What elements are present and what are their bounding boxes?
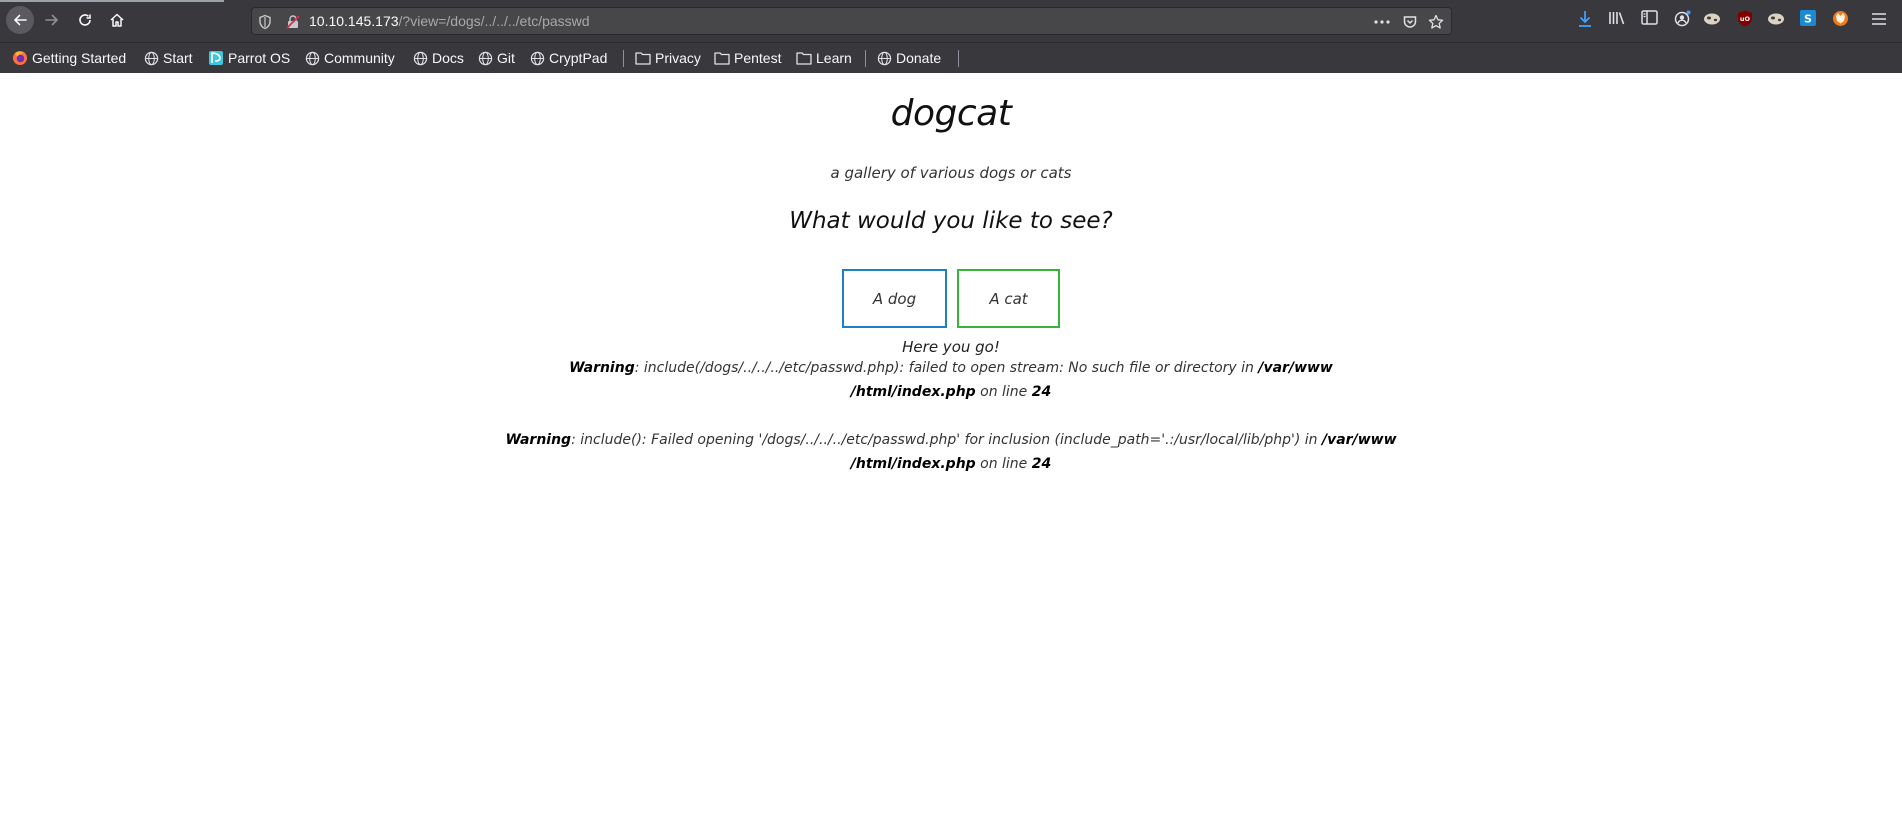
bookmark-star-icon[interactable] xyxy=(1428,14,1444,30)
reload-icon xyxy=(79,14,91,26)
svg-text:uO: uO xyxy=(1740,15,1751,23)
globe-icon xyxy=(305,51,320,65)
extension-cow-icon[interactable] xyxy=(1703,10,1721,26)
php-warning-1: Warning: include(/dogs/../../../etc/pass… xyxy=(0,356,1902,404)
folder-icon xyxy=(714,52,730,65)
shield-icon[interactable] xyxy=(258,14,272,30)
bookmark-donate[interactable]: Donate xyxy=(877,49,941,67)
bookmark-getting-started[interactable]: Getting Started xyxy=(12,49,126,67)
bookmark-folder-pentest[interactable]: Pentest xyxy=(714,49,781,67)
bookmark-label: Community xyxy=(324,50,395,66)
bookmark-folder-learn[interactable]: Learn xyxy=(796,49,852,67)
warning-path: /var/www xyxy=(1322,432,1397,448)
bookmark-parrot-os[interactable]: Parrot OS xyxy=(208,49,290,67)
downloads-icon[interactable] xyxy=(1577,10,1593,28)
bookmark-label: Privacy xyxy=(655,50,701,66)
cat-button[interactable]: A cat xyxy=(957,269,1060,328)
bookmark-label: Pentest xyxy=(734,50,782,66)
bookmark-git[interactable]: Git xyxy=(478,49,515,67)
bookmark-separator xyxy=(958,50,959,67)
bookmark-folder-privacy[interactable]: Privacy xyxy=(635,49,701,67)
ublock-origin-icon[interactable]: uO xyxy=(1737,10,1753,27)
bookmarks-toolbar: Getting Started Start Parrot OS Communit… xyxy=(0,42,1902,73)
warning-path-file: /html/index.php xyxy=(850,384,976,400)
back-button[interactable] xyxy=(6,6,34,34)
php-warning-2: Warning: include(): Failed opening '/dog… xyxy=(0,428,1902,476)
question-heading: What would you like to see? xyxy=(789,208,1113,234)
page-title: dogcat xyxy=(890,93,1012,134)
url-bar[interactable]: 10.10.145.173/?view=/dogs/../../../etc/p… xyxy=(251,7,1452,35)
dog-button[interactable]: A dog xyxy=(842,269,947,328)
bookmark-separator xyxy=(623,50,624,67)
warning-path: /var/www xyxy=(1258,360,1333,376)
url-path: /?view=/dogs/../../../etc/passwd xyxy=(398,13,590,29)
folder-icon xyxy=(796,52,812,65)
forward-arrow-icon xyxy=(45,14,59,26)
warning-message: : include(/dogs/../../../etc/passwd.php)… xyxy=(634,360,1254,376)
url-host: 10.10.145.173 xyxy=(309,13,399,29)
home-button[interactable] xyxy=(103,6,131,34)
warning-line-number: 24 xyxy=(1031,384,1052,400)
folder-icon xyxy=(635,52,651,65)
bookmark-docs[interactable]: Docs xyxy=(413,49,464,67)
globe-icon xyxy=(530,51,545,65)
home-icon xyxy=(110,13,124,27)
bookmark-label: Git xyxy=(497,50,515,66)
sidebar-icon[interactable] xyxy=(1641,10,1658,25)
bookmark-label: Donate xyxy=(896,50,942,66)
warning-line-text: on line xyxy=(980,384,1028,400)
page-actions-icon[interactable] xyxy=(1374,20,1390,24)
bookmark-cryptpad[interactable]: CryptPad xyxy=(530,49,607,67)
svg-text:S: S xyxy=(1804,13,1812,26)
insecure-lock-icon[interactable] xyxy=(285,14,301,30)
library-icon[interactable] xyxy=(1608,10,1626,26)
page-subtitle: a gallery of various dogs or cats xyxy=(830,164,1072,182)
firefox-icon xyxy=(13,51,27,65)
hamburger-menu-icon[interactable] xyxy=(1871,12,1887,26)
warning-path-file: /html/index.php xyxy=(850,456,976,472)
pocket-icon[interactable] xyxy=(1402,14,1418,30)
extension-cow-2-icon[interactable] xyxy=(1767,10,1785,26)
globe-icon xyxy=(413,51,428,65)
bookmark-label: Getting Started xyxy=(32,50,127,66)
warning-label: Warning xyxy=(569,360,635,376)
warning-message: : include(): Failed opening '/dogs/../..… xyxy=(571,432,1318,448)
bookmark-community[interactable]: Community xyxy=(305,49,395,67)
warning-line-number: 24 xyxy=(1031,456,1052,472)
bookmark-label: Start xyxy=(163,50,193,66)
bookmark-separator xyxy=(865,50,866,67)
page-content: dogcat a gallery of various dogs or cats… xyxy=(0,73,1902,825)
account-icon[interactable] xyxy=(1674,10,1691,27)
extension-s-icon[interactable]: S xyxy=(1800,10,1816,26)
reload-button[interactable] xyxy=(71,6,99,34)
foxyproxy-icon[interactable] xyxy=(1832,10,1849,27)
warning-label: Warning xyxy=(505,432,572,448)
back-arrow-icon xyxy=(13,14,27,26)
parrot-icon xyxy=(209,51,223,65)
bookmark-start[interactable]: Start xyxy=(144,49,193,67)
url-text[interactable]: 10.10.145.173/?view=/dogs/../../../etc/p… xyxy=(309,13,590,29)
globe-icon xyxy=(877,51,892,65)
browser-chrome: 10.10.145.173/?view=/dogs/../../../etc/p… xyxy=(0,0,1902,73)
globe-icon xyxy=(144,51,159,65)
forward-button[interactable] xyxy=(38,6,66,34)
navigation-toolbar: 10.10.145.173/?view=/dogs/../../../etc/p… xyxy=(0,0,1902,42)
bookmark-label: Docs xyxy=(432,50,464,66)
warning-line-text: on line xyxy=(980,456,1028,472)
bookmark-label: Learn xyxy=(816,50,852,66)
globe-icon xyxy=(478,51,493,65)
bookmark-label: CryptPad xyxy=(549,50,608,66)
bookmark-label: Parrot OS xyxy=(228,50,291,66)
